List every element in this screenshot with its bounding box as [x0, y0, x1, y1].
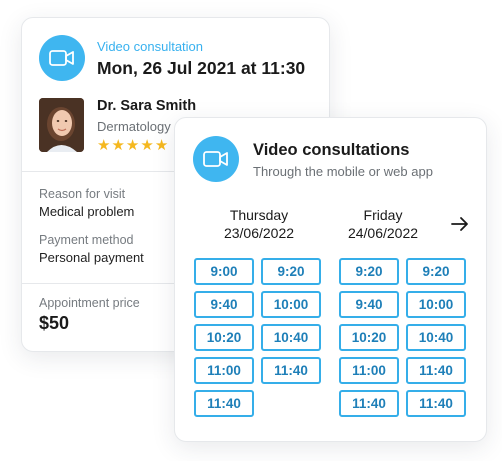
day-header-thursday: Thursday 23/06/2022: [203, 206, 315, 242]
day-header-friday: Friday 24/06/2022: [327, 206, 439, 242]
time-slot[interactable]: 9:20: [261, 258, 321, 285]
star-icon: ★: [154, 137, 170, 154]
availability-subtitle: Through the mobile or web app: [253, 164, 433, 179]
time-slot[interactable]: 9:40: [194, 291, 254, 318]
time-slot[interactable]: 11:40: [339, 390, 399, 417]
doctor-avatar: [39, 98, 84, 152]
time-slot[interactable]: 9:20: [339, 258, 399, 285]
time-slot[interactable]: 11:40: [406, 390, 466, 417]
day-weekday: Friday: [363, 207, 403, 223]
time-slot[interactable]: 11:00: [339, 357, 399, 384]
rating-stars: ★★★★★: [97, 136, 169, 154]
price-label: Appointment price: [39, 296, 140, 310]
time-slot[interactable]: 10:00: [406, 291, 466, 318]
time-slot[interactable]: 10:20: [194, 324, 254, 351]
time-slot[interactable]: 10:40: [406, 324, 466, 351]
star-icon: ★: [140, 137, 155, 154]
doctor-specialty: Dermatology: [97, 119, 171, 134]
payment-value: Personal payment: [39, 250, 144, 265]
time-slot[interactable]: 10:40: [261, 324, 321, 351]
availability-title: Video consultations: [253, 141, 410, 159]
video-camera-icon: [39, 35, 85, 81]
time-slot[interactable]: 10:00: [261, 291, 321, 318]
star-icon: ★: [125, 137, 141, 154]
availability-card: Video consultations Through the mobile o…: [174, 117, 487, 442]
appointment-datetime: Mon, 26 Jul 2021 at 11:30: [97, 58, 306, 78]
next-days-button[interactable]: [449, 213, 471, 235]
reason-label: Reason for visit: [39, 187, 126, 201]
reason-value: Medical problem: [39, 204, 135, 219]
time-slot[interactable]: 11:00: [194, 357, 254, 384]
time-slot[interactable]: 10:20: [339, 324, 399, 351]
consultation-type: Video consultation: [97, 39, 204, 54]
star-icon: ★: [111, 137, 126, 154]
price-value: $50: [39, 313, 70, 333]
day-weekday: Thursday: [229, 207, 289, 223]
arrow-right-icon: [451, 217, 468, 231]
time-slot[interactable]: 11:40: [261, 357, 321, 384]
payment-label: Payment method: [39, 233, 134, 247]
star-icon: ★: [97, 137, 112, 154]
day-date: 23/06/2022: [223, 225, 295, 241]
time-slot[interactable]: 9:40: [339, 291, 399, 318]
video-camera-icon: [193, 136, 239, 182]
time-slot[interactable]: 11:40: [194, 390, 254, 417]
time-slot[interactable]: 9:20: [406, 258, 466, 285]
doctor-name: Dr. Sara Smith: [97, 98, 197, 114]
day-date: 24/06/2022: [347, 225, 419, 241]
time-slot[interactable]: 9:00: [194, 258, 254, 285]
time-slot[interactable]: 11:40: [406, 357, 466, 384]
